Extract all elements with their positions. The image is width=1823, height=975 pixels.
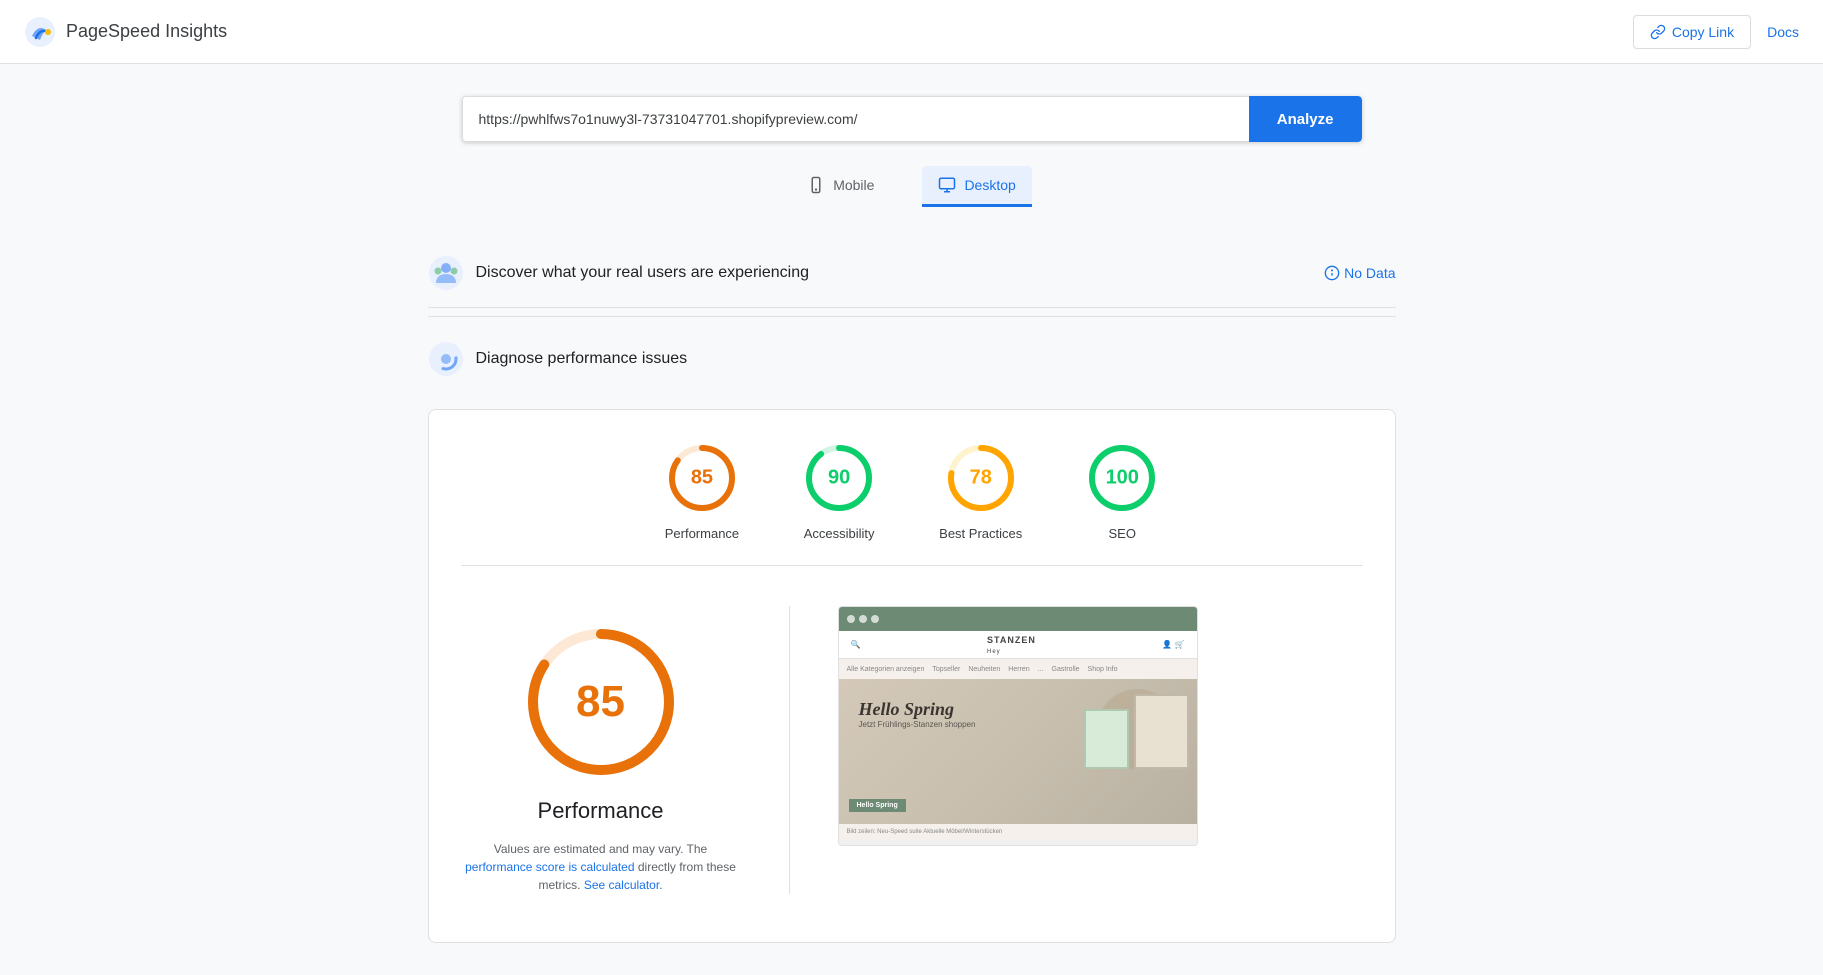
perf-left: 85 Performance Values are estimated and …: [461, 606, 741, 894]
scores-divider: [461, 565, 1363, 566]
diagnose-title: Diagnose performance issues: [476, 350, 688, 368]
url-bar-wrapper: https://pwhlfws7o1nuwy3l-73731047701.sho…: [462, 96, 1362, 142]
score-circle-best-practices: 78: [945, 442, 1017, 514]
diagnose-left: Diagnose performance issues: [428, 341, 688, 377]
perf-note-text: Values are estimated and may vary. The: [494, 842, 707, 856]
screenshot-footer-text: Bild zeilen: Neu-Speed suite Aktuelle Mö…: [847, 829, 1003, 835]
dot-1: [847, 615, 855, 623]
menu-item-3: Neuheiten: [968, 666, 1000, 673]
score-circle-accessibility: 90: [803, 442, 875, 514]
hero-title: Hello Spring: [859, 699, 976, 720]
screenshot-card-2: [1084, 709, 1129, 769]
big-score-number: 85: [576, 677, 625, 727]
tab-desktop[interactable]: Desktop: [922, 166, 1031, 207]
no-data-label: No Data: [1344, 265, 1395, 281]
score-label-performance: Performance: [665, 526, 739, 541]
desktop-icon: [938, 176, 956, 194]
score-number-performance: 85: [691, 467, 713, 490]
scores-row: 85 Performance 90 Accessibility: [461, 442, 1363, 541]
hero-text-area: Hello Spring Jetzt Frühlings-Stanzen sho…: [859, 699, 976, 729]
dot-2: [859, 615, 867, 623]
screenshot-logo: STANZENHey: [987, 635, 1036, 655]
url-bar-section: https://pwhlfws7o1nuwy3l-73731047701.sho…: [428, 96, 1396, 142]
top-right: Copy Link Docs: [1633, 15, 1799, 49]
diagnose-icon: [428, 341, 464, 377]
analyze-button[interactable]: Analyze: [1249, 96, 1362, 142]
docs-link[interactable]: Docs: [1767, 24, 1799, 40]
screenshot-nav: 🔍 STANZENHey 👤 🛒: [839, 631, 1197, 659]
score-circle-performance: 85: [666, 442, 738, 514]
score-number-seo: 100: [1106, 467, 1139, 490]
screenshot-hero: Hello Spring Jetzt Frühlings-Stanzen sho…: [839, 679, 1197, 824]
score-item-performance[interactable]: 85 Performance: [665, 442, 739, 541]
see-calculator-link[interactable]: See calculator.: [584, 878, 663, 892]
real-users-title: Discover what your real users are experi…: [476, 264, 809, 282]
performance-detail: 85 Performance Values are estimated and …: [461, 590, 1363, 910]
perf-right: 🔍 STANZENHey 👤 🛒 Alle Kategorien anzeige…: [838, 606, 1363, 846]
menu-item-5: ...: [1038, 666, 1044, 673]
hero-subtitle: Jetzt Frühlings-Stanzen shoppen: [859, 720, 976, 729]
screenshot-icons: 👤 🛒: [1162, 640, 1184, 649]
info-icon: [1324, 265, 1340, 281]
site-screenshot: 🔍 STANZENHey 👤 🛒 Alle Kategorien anzeige…: [838, 606, 1198, 846]
copy-link-button[interactable]: Copy Link: [1633, 15, 1751, 49]
mobile-icon: [807, 176, 825, 194]
score-item-accessibility[interactable]: 90 Accessibility: [803, 442, 875, 541]
big-score-circle: 85: [521, 622, 681, 782]
link-icon: [1650, 24, 1666, 40]
tab-mobile[interactable]: Mobile: [791, 166, 890, 207]
perf-score-link[interactable]: performance score is calculated: [465, 860, 634, 874]
tabs-section: Mobile Desktop: [428, 166, 1396, 207]
screenshot-search-icon: 🔍: [851, 640, 861, 649]
perf-title: Performance: [538, 798, 664, 824]
screenshot-badge: Hello Spring: [849, 799, 906, 812]
menu-item-7: Shop Info: [1088, 666, 1118, 673]
screenshot-menu-bar: Alle Kategorien anzeigen Topseller Neuhe…: [839, 659, 1197, 679]
section-divider-1: [428, 316, 1396, 317]
real-users-left: Discover what your real users are experi…: [428, 255, 809, 291]
no-data-link[interactable]: No Data: [1324, 265, 1395, 281]
scores-card: 85 Performance 90 Accessibility: [428, 409, 1396, 943]
score-number-accessibility: 90: [828, 467, 850, 490]
score-item-seo[interactable]: 100 SEO: [1086, 442, 1158, 541]
perf-divider: [789, 606, 790, 894]
menu-item-1: Alle Kategorien anzeigen: [847, 666, 925, 673]
score-item-best-practices[interactable]: 78 Best Practices: [939, 442, 1022, 541]
menu-item-2: Topseller: [932, 666, 960, 673]
score-label-seo: SEO: [1109, 526, 1136, 541]
screenshot-card-1: [1134, 694, 1189, 769]
app-title: PageSpeed Insights: [66, 21, 227, 42]
tab-desktop-label: Desktop: [964, 177, 1015, 193]
score-label-accessibility: Accessibility: [804, 526, 875, 541]
diagnose-section-header: Diagnose performance issues: [428, 325, 1396, 393]
real-users-icon: [428, 255, 464, 291]
perf-note: Values are estimated and may vary. The p…: [461, 840, 741, 894]
copy-link-label: Copy Link: [1672, 24, 1734, 40]
main-content: https://pwhlfws7o1nuwy3l-73731047701.sho…: [412, 64, 1412, 975]
score-number-best-practices: 78: [970, 467, 992, 490]
real-users-section: Discover what your real users are experi…: [428, 239, 1396, 308]
dot-3: [871, 615, 879, 623]
top-bar: PageSpeed Insights Copy Link Docs: [0, 0, 1823, 64]
score-circle-seo: 100: [1086, 442, 1158, 514]
menu-item-6: Gastrolle: [1052, 666, 1080, 673]
menu-item-4: Herren: [1008, 666, 1029, 673]
logo-area: PageSpeed Insights: [24, 16, 227, 48]
pagespeed-logo-icon: [24, 16, 56, 48]
score-label-best-practices: Best Practices: [939, 526, 1022, 541]
screenshot-footer: Bild zeilen: Neu-Speed suite Aktuelle Mö…: [839, 824, 1197, 840]
url-input[interactable]: https://pwhlfws7o1nuwy3l-73731047701.sho…: [462, 96, 1249, 142]
screenshot-header: [839, 607, 1197, 631]
tab-mobile-label: Mobile: [833, 177, 874, 193]
